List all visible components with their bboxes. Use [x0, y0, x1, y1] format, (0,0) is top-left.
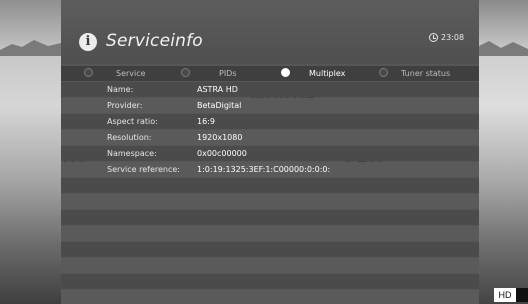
table-row[interactable]: Resolution: 1920x1080 [61, 130, 479, 145]
row-value: 0x00c00000 [197, 149, 247, 158]
tv-screen: i Serviceinfo 23:08 Service PIDs Multipl… [0, 0, 528, 304]
tab-service[interactable]: Service [84, 66, 146, 81]
clock-icon [429, 33, 438, 42]
tab-pids[interactable]: PIDs [181, 66, 237, 81]
empty-row [61, 242, 479, 257]
radio-icon [379, 68, 388, 77]
clock-time: 23:08 [441, 33, 465, 42]
hd-badge-edge [516, 288, 528, 302]
empty-row [61, 210, 479, 225]
row-label: Aspect ratio: [107, 117, 158, 126]
mountain-silhouette-left [0, 40, 61, 56]
row-value: ASTRA HD [197, 85, 238, 94]
empty-row [61, 258, 479, 273]
row-value: 16:9 [197, 117, 215, 126]
row-label: Resolution: [107, 133, 152, 142]
background-left [0, 0, 61, 304]
empty-row [61, 178, 479, 193]
table-row[interactable]: Service reference: 1:0:19:1325:3EF:1:C00… [61, 162, 479, 177]
empty-row [61, 226, 479, 241]
tab-tuner-status[interactable]: Tuner status [379, 66, 450, 81]
page-title: Serviceinfo [106, 31, 203, 51]
radio-selected-icon [281, 68, 290, 77]
empty-row [61, 274, 479, 289]
table-row[interactable]: Name: ASTRA HD [61, 82, 479, 97]
row-value: 1:0:19:1325:3EF:1:C00000:0:0:0: [197, 165, 331, 174]
info-icon: i [79, 33, 97, 51]
table-row[interactable]: Namespace: 0x00c00000 [61, 146, 479, 161]
empty-row [61, 194, 479, 209]
background-right [479, 0, 528, 304]
mountain-silhouette-right [479, 41, 528, 56]
panel-header: i Serviceinfo 23:08 [61, 0, 479, 64]
tab-bar: Service PIDs Multiplex Tuner status [61, 66, 479, 81]
tab-label: Service [116, 69, 146, 78]
empty-row [61, 290, 479, 304]
row-value: 1920x1080 [197, 133, 243, 142]
table-row[interactable]: Provider: BetaDigital [61, 98, 479, 113]
clock: 23:08 [429, 33, 464, 42]
tab-multiplex[interactable]: Multiplex [281, 66, 345, 81]
radio-icon [181, 68, 190, 77]
hd-badge: HD [494, 288, 516, 302]
row-label: Provider: [107, 101, 143, 110]
row-value: BetaDigital [197, 101, 242, 110]
tab-label: Multiplex [309, 69, 346, 78]
radio-icon [84, 68, 93, 77]
table-row[interactable]: Aspect ratio: 16:9 [61, 114, 479, 129]
row-label: Name: [107, 85, 134, 94]
tab-label: PIDs [219, 69, 237, 78]
row-label: Namespace: [107, 149, 157, 158]
row-label: Service reference: [107, 165, 181, 174]
tab-label: Tuner status [401, 69, 451, 78]
serviceinfo-panel: i Serviceinfo 23:08 Service PIDs Multipl… [61, 0, 479, 304]
